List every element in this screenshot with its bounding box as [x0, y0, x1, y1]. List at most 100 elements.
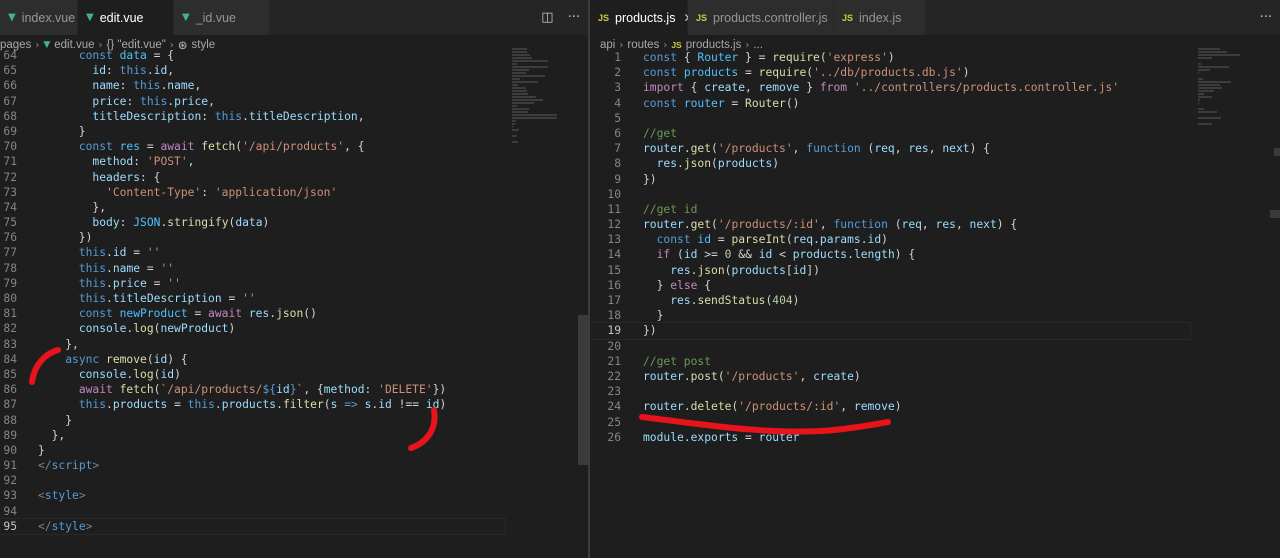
code-token: ) [439, 398, 447, 412]
tab-edit-vue[interactable]: ▼ edit.vue [78, 0, 174, 35]
code-line[interactable]: 73 'Content-Type': 'application/json' [0, 185, 505, 200]
code-line[interactable]: 26 module.exports = router [590, 430, 1190, 445]
code-line[interactable]: 7 router.get('/products', function (req, … [590, 141, 1190, 156]
code-text: router.delete('/products/:id', remove) [643, 399, 902, 414]
code-line[interactable]: 80 this.titleDescription = '' [0, 291, 505, 306]
code-token: data [235, 216, 263, 230]
code-line[interactable]: 68 titleDescription: this.titleDescripti… [0, 109, 505, 124]
code-line[interactable]: 14 if (id >= 0 && id < products.length) … [590, 247, 1190, 262]
code-line[interactable]: 24 router.delete('/products/:id', remove) [590, 399, 1190, 414]
code-line[interactable]: 25 [590, 415, 1190, 430]
code-line[interactable]: 90} [0, 443, 505, 458]
vertical-scrollbar[interactable] [578, 315, 588, 465]
code-line[interactable]: 10 [590, 187, 1190, 202]
tab-products-controller-js[interactable]: JS products.controller.js [688, 0, 834, 35]
code-token: fetch [201, 140, 236, 154]
code-line[interactable]: 77 this.id = '' [0, 245, 505, 260]
code-line[interactable]: 70 const res = await fetch('/api/product… [0, 139, 505, 154]
code-line[interactable]: 9}) [590, 172, 1190, 187]
code-line[interactable]: 23 [590, 384, 1190, 399]
code-line[interactable]: 17 res.sendStatus(404) [590, 293, 1190, 308]
code-line[interactable]: 65 id: this.id, [0, 63, 505, 78]
code-line[interactable]: 2 const products = require('../db/product… [590, 65, 1190, 80]
code-line[interactable]: 13 const id = parseInt(req.params.id) [590, 232, 1190, 247]
code-line[interactable]: 5 [590, 111, 1190, 126]
tab-id-vue[interactable]: ▼ _id.vue [174, 0, 270, 35]
code-line[interactable]: 12 router.get('/products/:id', function (… [590, 217, 1190, 232]
code-line[interactable]: 20 [590, 339, 1190, 354]
code-token: await [208, 307, 249, 321]
code-line[interactable]: 79 this.price = '' [0, 276, 505, 291]
code-line[interactable]: 84 async remove(id) { [0, 352, 505, 367]
code-line[interactable]: 72 headers: { [0, 170, 505, 185]
vertical-scrollbar[interactable] [1270, 210, 1280, 218]
code-token: data [119, 49, 147, 62]
code-line[interactable]: 85 console.log(id) [0, 367, 505, 382]
split-editor-icon[interactable]: ◫ [541, 10, 553, 25]
code-editor[interactable]: 64 const data = {65 id: this.id, 66 name:… [0, 48, 506, 536]
code-line[interactable]: 18 } [590, 308, 1190, 323]
code-line[interactable]: 1 const { Router } = require('express') [590, 50, 1190, 65]
code-line[interactable]: 82 console.log(newProduct) [0, 321, 505, 336]
vertical-scrollbar[interactable] [1274, 148, 1280, 156]
code-line[interactable]: 81 const newProduct = await res.json() [0, 306, 505, 321]
code-token: `/api/products/ [160, 383, 263, 397]
code-line[interactable]: 95 </style> [0, 517, 506, 536]
minimap-line [1198, 123, 1212, 125]
code-line[interactable]: 8 res.json(products) [590, 156, 1190, 171]
more-actions-icon[interactable]: ··· [1260, 10, 1272, 25]
code-token: : [133, 155, 147, 169]
code-line[interactable]: 92 [0, 473, 505, 488]
code-line[interactable]: 11 //get id [590, 202, 1190, 217]
chevron-right-icon: › [619, 39, 624, 51]
code-line[interactable]: 16 } else { [590, 278, 1190, 293]
code-line[interactable]: 67 price: this.price, [0, 94, 505, 109]
line-number: 25 [607, 415, 621, 429]
code-token: }, [38, 200, 107, 214]
code-line[interactable]: 3 import { create, remove } from '../cont… [590, 80, 1190, 95]
code-line[interactable]: 86 await fetch(`/api/products/${id}`, {m… [0, 382, 505, 397]
code-line[interactable]: 6 //get [590, 126, 1190, 141]
code-line[interactable]: 91 </script> [0, 458, 505, 473]
code-line[interactable]: 71 method: 'POST', [0, 154, 505, 169]
code-line[interactable]: 74 }, [0, 200, 505, 215]
code-line[interactable]: 76 }) [0, 230, 505, 245]
code-line[interactable]: 83 }, [0, 337, 505, 352]
minimap[interactable] [1198, 48, 1258, 125]
tab-index-js[interactable]: JS index.js [834, 0, 926, 35]
code-text: }, [38, 428, 66, 443]
code-token: . [677, 157, 684, 171]
code-line[interactable]: 78 this.name = '' [0, 261, 505, 276]
tab-label: _id.vue [195, 10, 237, 25]
code-line[interactable]: 89 }, [0, 428, 505, 443]
code-token: { [704, 278, 712, 292]
code-line[interactable]: 93 <style> [0, 488, 505, 503]
code-line[interactable]: 87 this.products = this.products.filter(… [0, 397, 505, 412]
tab-index-vue[interactable]: ▼ index.vue [0, 0, 78, 35]
code-token: = [738, 66, 759, 80]
more-actions-icon[interactable]: ··· [568, 10, 580, 25]
code-line[interactable]: 64 const data = { [0, 48, 505, 63]
code-token: } [38, 413, 73, 427]
code-line[interactable]: 66 name: this.name, [0, 78, 505, 93]
code-line[interactable]: 75 body: JSON.stringify(data) [0, 215, 505, 230]
code-text: } [38, 413, 72, 428]
line-number: 26 [607, 430, 621, 444]
code-line[interactable]: 4 const router = Router() [590, 96, 1190, 111]
code-line[interactable]: 15 res.json(products[id]) [590, 263, 1190, 278]
minimap[interactable] [512, 48, 576, 208]
code-text: const products = require('../db/products… [643, 65, 970, 80]
code-token: //get post [643, 354, 712, 368]
line-number: 78 [3, 261, 17, 275]
code-text: }) [643, 172, 657, 187]
code-line[interactable]: 21 //get post [590, 354, 1190, 369]
code-line[interactable]: 22 router.post('/products', create) [590, 369, 1190, 384]
code-line[interactable]: 69 } [0, 124, 505, 139]
code-editor[interactable]: 1 const { Router } = require('express') 2 c… [590, 50, 1191, 445]
code-line[interactable]: 94 [0, 504, 505, 519]
code-line[interactable]: 88 } [0, 413, 505, 428]
code-token: ( [717, 369, 725, 383]
code-line[interactable]: 19}) [590, 322, 1191, 340]
tab-products-js[interactable]: JS products.js ✕ [590, 0, 694, 35]
